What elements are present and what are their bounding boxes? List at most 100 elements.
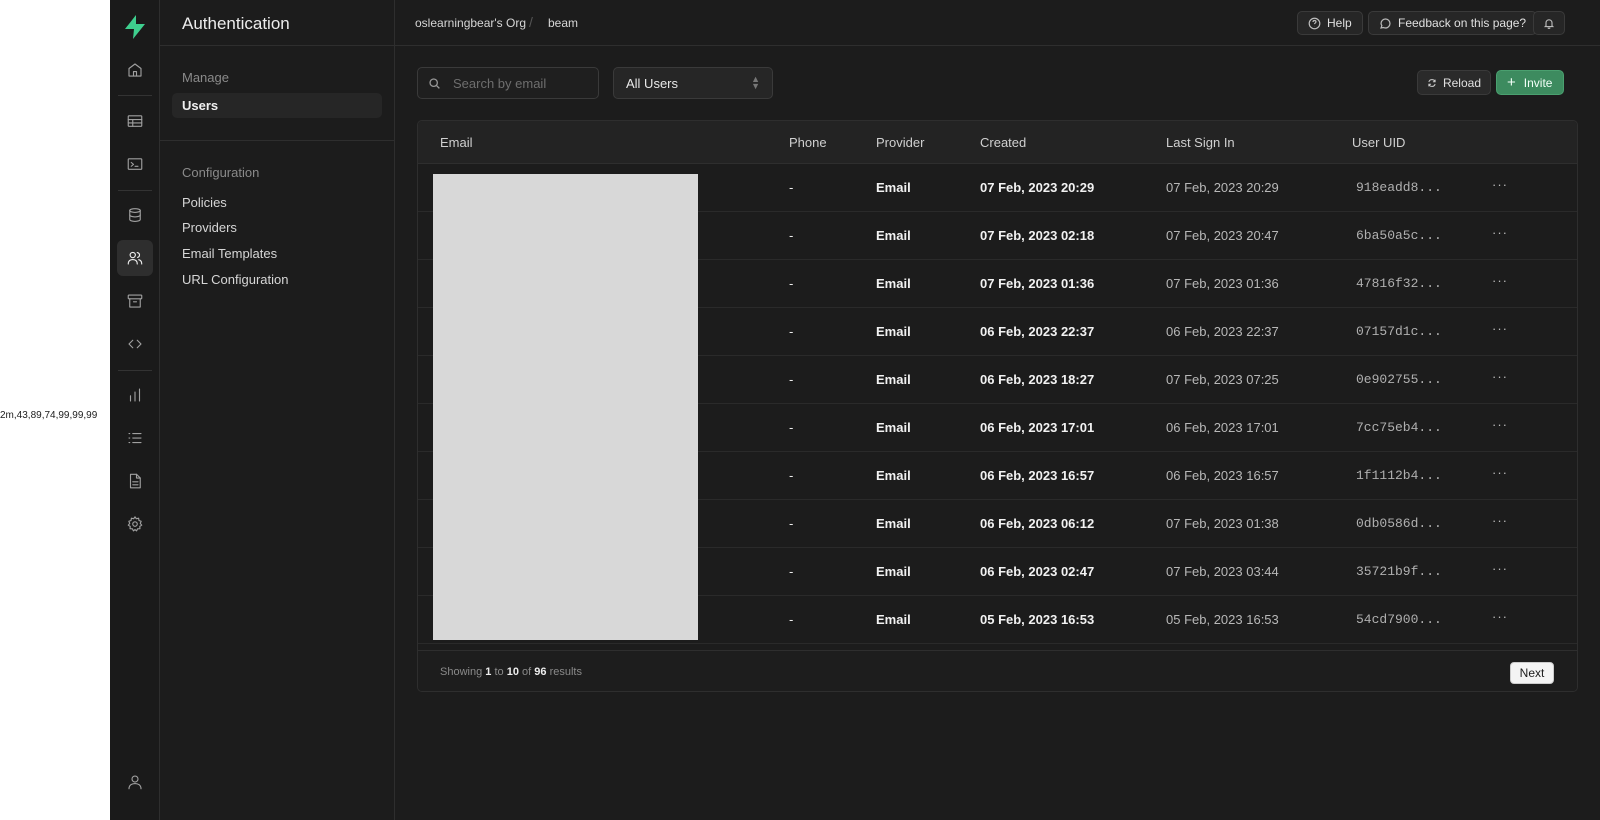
sidebar-item-url-configuration[interactable]: URL Configuration	[182, 272, 288, 287]
gear-icon[interactable]	[117, 506, 153, 542]
row-phone: -	[789, 228, 794, 243]
row-more-options-button[interactable]: ···	[1488, 463, 1512, 487]
breadcrumb-org[interactable]: oslearningbear's Org	[415, 16, 526, 30]
invite-label: Invite	[1523, 75, 1553, 90]
search-icon	[429, 77, 440, 89]
row-user-uid: 35721b9f...	[1356, 564, 1442, 579]
reload-label: Reload	[1442, 75, 1481, 90]
breadcrumb-separator: /	[529, 14, 533, 30]
database-icon[interactable]	[117, 197, 153, 233]
sidebar-group-manage: Manage	[182, 70, 229, 85]
archive-icon[interactable]	[117, 283, 153, 319]
sidebar-item-users[interactable]: Users	[172, 93, 382, 118]
row-user-uid: 6ba50a5c...	[1356, 228, 1442, 243]
row-provider: Email	[876, 516, 911, 531]
row-phone: -	[789, 612, 794, 627]
bar-chart-icon[interactable]	[117, 377, 153, 413]
row-provider: Email	[876, 180, 911, 195]
main-content: oslearningbear's Org / beam Help Feedbac…	[395, 0, 1600, 820]
row-created: 06 Feb, 2023 22:37	[980, 324, 1095, 339]
chevron-up-down-icon: ▲ ▼	[751, 74, 760, 91]
reload-button[interactable]: Reload	[1417, 70, 1491, 95]
row-last-sign-in: 05 Feb, 2023 16:53	[1166, 612, 1279, 627]
breadcrumb-project[interactable]: beam	[548, 16, 578, 30]
row-last-sign-in: 06 Feb, 2023 22:37	[1166, 324, 1279, 339]
pagination-summary: Showing 1 to 10 of 96 results	[440, 666, 582, 678]
row-provider: Email	[876, 564, 911, 579]
column-created: Created	[980, 135, 1027, 150]
row-user-uid: 07157d1c...	[1356, 324, 1442, 339]
feedback-button[interactable]: Feedback on this page?	[1368, 11, 1538, 35]
row-provider: Email	[876, 276, 911, 291]
row-created: 06 Feb, 2023 06:12	[980, 516, 1095, 531]
row-more-options-button[interactable]: ···	[1488, 559, 1512, 583]
search-input[interactable]	[453, 75, 593, 91]
sidebar-group-configuration: Configuration	[182, 165, 260, 180]
sidebar-item-policies[interactable]: Policies	[182, 195, 227, 210]
row-user-uid: 918eadd8...	[1356, 180, 1442, 195]
chat-bubble-icon	[1380, 17, 1391, 29]
column-user-uid: User UID	[1352, 135, 1406, 150]
row-provider: Email	[876, 420, 911, 435]
notifications-button[interactable]	[1533, 11, 1565, 35]
feedback-label: Feedback on this page?	[1398, 16, 1527, 30]
row-more-options-button[interactable]: ···	[1488, 367, 1512, 391]
row-last-sign-in: 07 Feb, 2023 20:29	[1166, 180, 1279, 195]
search-field[interactable]	[417, 67, 599, 99]
row-phone: -	[789, 516, 794, 531]
code-icon[interactable]	[117, 326, 153, 362]
row-user-uid: 54cd7900...	[1356, 612, 1442, 627]
document-icon[interactable]	[117, 463, 153, 499]
home-icon[interactable]	[117, 52, 153, 88]
sidebar-item-email-templates[interactable]: Email Templates	[182, 246, 277, 261]
table-footer: Showing 1 to 10 of 96 results Next	[418, 650, 1577, 691]
auth-sidebar: Authentication Manage Users Configuratio…	[160, 0, 395, 820]
table-icon[interactable]	[117, 103, 153, 139]
row-last-sign-in: 06 Feb, 2023 17:01	[1166, 420, 1279, 435]
user-filter-select[interactable]: All Users ▲ ▼	[613, 67, 773, 99]
sidebar-item-providers[interactable]: Providers	[182, 220, 237, 235]
row-provider: Email	[876, 612, 911, 627]
row-provider: Email	[876, 228, 911, 243]
row-more-options-button[interactable]: ···	[1488, 607, 1512, 631]
users-icon[interactable]	[117, 240, 153, 276]
row-last-sign-in: 06 Feb, 2023 16:57	[1166, 468, 1279, 483]
invite-button[interactable]: + Invite	[1496, 70, 1564, 95]
users-table: Email Phone Provider Created Last Sign I…	[417, 120, 1578, 692]
top-bar: oslearningbear's Org / beam Help Feedbac…	[395, 0, 1600, 46]
row-user-uid: 1f1112b4...	[1356, 468, 1442, 483]
row-created: 07 Feb, 2023 02:18	[980, 228, 1095, 243]
next-page-button[interactable]: Next	[1510, 662, 1554, 684]
help-button[interactable]: Help	[1297, 11, 1363, 35]
row-created: 07 Feb, 2023 20:29	[980, 180, 1095, 195]
stray-label: 2m,43,89,74,99,99,99	[0, 410, 98, 421]
row-provider: Email	[876, 324, 911, 339]
refresh-icon	[1428, 78, 1436, 87]
redacted-email-block	[433, 174, 698, 640]
row-user-uid: 0e902755...	[1356, 372, 1442, 387]
list-icon[interactable]	[117, 420, 153, 456]
user-icon[interactable]	[117, 764, 153, 800]
bell-icon	[1543, 18, 1555, 29]
row-user-uid: 0db0586d...	[1356, 516, 1442, 531]
icon-rail	[110, 0, 160, 820]
row-phone: -	[789, 276, 794, 291]
row-created: 07 Feb, 2023 01:36	[980, 276, 1095, 291]
help-icon	[1308, 17, 1321, 29]
row-more-options-button[interactable]: ···	[1488, 223, 1512, 247]
column-provider: Provider	[876, 135, 925, 150]
row-last-sign-in: 07 Feb, 2023 20:47	[1166, 228, 1279, 243]
row-last-sign-in: 07 Feb, 2023 07:25	[1166, 372, 1279, 387]
row-phone: -	[789, 564, 794, 579]
terminal-icon[interactable]	[117, 146, 153, 182]
row-more-options-button[interactable]: ···	[1488, 415, 1512, 439]
row-created: 06 Feb, 2023 17:01	[980, 420, 1095, 435]
row-provider: Email	[876, 372, 911, 387]
row-created: 05 Feb, 2023 16:53	[980, 612, 1095, 627]
row-more-options-button[interactable]: ···	[1488, 271, 1512, 295]
row-phone: -	[789, 180, 794, 195]
row-more-options-button[interactable]: ···	[1488, 175, 1512, 199]
row-more-options-button[interactable]: ···	[1488, 511, 1512, 535]
row-more-options-button[interactable]: ···	[1488, 319, 1512, 343]
logo-icon[interactable]	[123, 14, 147, 40]
